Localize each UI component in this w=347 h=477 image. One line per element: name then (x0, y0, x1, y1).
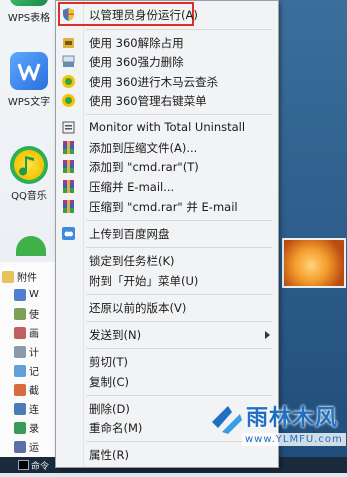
menu-separator (86, 395, 272, 396)
menu-item-label: 以管理员身份运行(A) (89, 8, 198, 22)
winrar-icon (61, 179, 76, 194)
menu-item-upload-baidu-netdisk[interactable]: 上传到百度网盘 (56, 223, 278, 244)
menu-item-label: 上传到百度网盘 (89, 227, 170, 241)
menu-item-run-as-admin[interactable]: 以管理员身份运行(A) (56, 4, 278, 25)
menu-separator (86, 294, 272, 295)
start-program-list: 附件 W 使 画 计 记 截 连 录 运 (0, 262, 63, 462)
menu-item-360-manage-menu[interactable]: 使用 360管理右键菜单 (56, 90, 278, 111)
menu-item-label: 使用 360解除占用 (89, 36, 184, 50)
menu-item-total-uninstall[interactable]: Monitor with Total Uninstall (56, 117, 278, 138)
menu-item-compress-email[interactable]: 压缩并 E-mail... (56, 176, 278, 197)
watermark-logo-icon (212, 406, 242, 434)
app-icon (14, 345, 26, 358)
folder-icon (2, 270, 14, 283)
app-icon (14, 402, 26, 415)
menu-separator (86, 114, 272, 115)
menu-separator (86, 247, 272, 248)
menu-separator (86, 321, 272, 322)
taskbar-cmd-item[interactable]: 命令 (18, 458, 58, 472)
cmd-icon (18, 460, 29, 470)
list-item-label: 运 (29, 443, 39, 454)
list-item-label: 连 (29, 405, 39, 416)
app-icon (14, 364, 26, 377)
user-picture[interactable] (282, 238, 346, 288)
lock-icon (61, 35, 76, 50)
watermark: 雨林木风 www.YLMFU.com (206, 398, 347, 473)
winrar-icon (61, 159, 76, 174)
menu-item-label: 属性(R) (89, 448, 129, 462)
menu-item-label: 压缩到 "cmd.rar" 并 E-mail (89, 200, 238, 214)
winrar-icon (61, 199, 76, 214)
desktop-icon-wps-writer[interactable]: WPS文字 (2, 52, 56, 108)
monitor-icon (61, 120, 76, 135)
cloud-icon (61, 226, 76, 241)
menu-item-restore-previous[interactable]: 还原以前的版本(V) (56, 297, 278, 318)
desktop-icon-label: WPS表格 (7, 13, 51, 24)
list-item[interactable]: 附件 (2, 268, 62, 285)
shield-icon (61, 7, 76, 22)
menu-item-360-unlock[interactable]: 使用 360解除占用 (56, 32, 278, 53)
menu-item-label: 重命名(M) (89, 421, 143, 435)
qq-music-icon (10, 146, 48, 184)
desktop-icon-label: QQ音乐 (11, 191, 47, 202)
app-icon (14, 307, 26, 320)
menu-separator (86, 220, 272, 221)
app-icon (14, 326, 26, 339)
menu-item-label: 附到「开始」菜单(U) (89, 274, 199, 288)
menu-item-label: 使用 360进行木马云查杀 (89, 75, 219, 89)
wps-spreadsheet-icon (10, 0, 48, 6)
menu-item-label: Monitor with Total Uninstall (89, 120, 246, 134)
menu-item-label: 复制(C) (89, 375, 130, 389)
menu-item-cut[interactable]: 剪切(T) (56, 351, 278, 372)
submenu-arrow-icon (265, 331, 270, 339)
list-item-label: 录 (29, 424, 39, 435)
menu-item-send-to[interactable]: 发送到(N) (56, 324, 278, 345)
menu-item-label: 删除(D) (89, 402, 130, 416)
menu-item-label: 剪切(T) (89, 355, 128, 369)
360-icon (61, 74, 76, 89)
desktop-icon-qq-music[interactable]: QQ音乐 (2, 146, 56, 202)
menu-item-add-to-archive[interactable]: 添加到压缩文件(A)... (56, 137, 278, 158)
watermark-name: 雨林木风 (246, 406, 339, 431)
menu-item-label: 发送到(N) (89, 328, 142, 342)
menu-item-label: 还原以前的版本(V) (89, 301, 187, 315)
list-item-label: W (29, 289, 39, 300)
app-icon (14, 383, 26, 396)
list-item-label: 附件 (17, 273, 37, 284)
menu-item-label: 添加到 "cmd.rar"(T) (89, 160, 199, 174)
menu-item-copy[interactable]: 复制(C) (56, 371, 278, 392)
list-item-label: 使 (29, 310, 39, 321)
list-item-label: 记 (29, 367, 39, 378)
menu-item-label: 使用 360强力删除 (89, 55, 184, 69)
menu-item-label: 添加到压缩文件(A)... (89, 141, 198, 155)
list-item-label: 截 (29, 386, 39, 397)
shred-icon (61, 54, 76, 69)
list-item-label: 计 (29, 348, 39, 359)
app-icon (14, 421, 26, 434)
menu-separator (86, 348, 272, 349)
winrar-icon (61, 140, 76, 155)
360-icon (61, 93, 76, 108)
menu-item-add-to-cmd-rar[interactable]: 添加到 "cmd.rar"(T) (56, 156, 278, 177)
watermark-url: www.YLMFU.com (242, 433, 346, 446)
menu-item-360-force-delete[interactable]: 使用 360强力删除 (56, 51, 278, 72)
menu-item-compress-to-cmd-rar-email[interactable]: 压缩到 "cmd.rar" 并 E-mail (56, 196, 278, 217)
menu-item-360-trojan-scan[interactable]: 使用 360进行木马云查杀 (56, 71, 278, 92)
menu-item-label: 锁定到任务栏(K) (89, 254, 175, 268)
menu-separator (86, 29, 272, 30)
menu-item-label: 使用 360管理右键菜单 (89, 94, 207, 108)
wps-writer-icon (10, 52, 48, 90)
taskbar-cmd-label: 命令 (31, 461, 50, 472)
menu-item-label: 压缩并 E-mail... (89, 180, 175, 194)
app-icon (14, 288, 26, 301)
list-item-label: 画 (29, 329, 39, 340)
desktop-icon-wps-spreadsheet[interactable]: WPS表格 (2, 0, 56, 24)
app-icon (14, 440, 26, 453)
menu-item-pin-to-taskbar[interactable]: 锁定到任务栏(K) (56, 250, 278, 271)
desktop-icon-label: WPS文字 (7, 97, 51, 108)
menu-item-pin-to-start[interactable]: 附到「开始」菜单(U) (56, 270, 278, 291)
